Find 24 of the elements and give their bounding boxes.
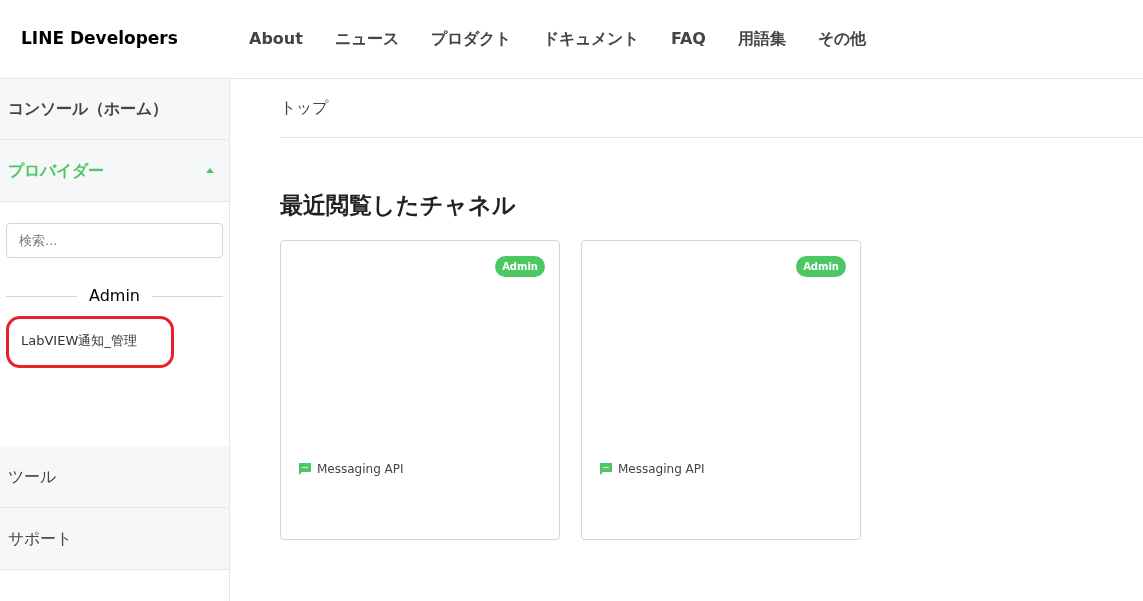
nav-link[interactable]: その他 xyxy=(817,27,866,51)
role-badge: Admin xyxy=(495,255,545,277)
nav-link[interactable]: About xyxy=(249,27,303,51)
site-logo[interactable]: LINE Developers xyxy=(21,26,249,52)
channel-card[interactable]: Admin Messaging API xyxy=(280,239,560,540)
role-badge: Admin xyxy=(796,255,846,277)
group-heading: Admin xyxy=(89,285,140,307)
nav-link[interactable]: プロダクト xyxy=(430,27,511,51)
channel-card[interactable]: Admin Messaging API xyxy=(581,239,861,540)
sidebar-link[interactable]: サポート xyxy=(8,526,72,551)
nav-link[interactable]: ドキュメント xyxy=(542,27,639,51)
nav-link[interactable]: FAQ xyxy=(670,27,706,51)
chat-bubble-icon xyxy=(600,462,612,475)
breadcrumb[interactable]: トップ xyxy=(280,96,328,120)
sidebar-link[interactable]: ツール xyxy=(8,464,56,489)
provider-item[interactable]: LabVIEW通知_管理 xyxy=(6,316,174,368)
nav-link[interactable]: ニュース xyxy=(334,27,399,51)
section-title: 最近閲覧したチャネル xyxy=(280,191,517,220)
caret-icon xyxy=(206,168,214,173)
channel-type: Messaging API xyxy=(618,460,705,478)
nav-link[interactable]: 用語集 xyxy=(737,27,786,51)
channel-type: Messaging API xyxy=(317,460,404,478)
search-field[interactable]: 検索... xyxy=(6,223,223,258)
chat-bubble-icon xyxy=(299,462,311,475)
